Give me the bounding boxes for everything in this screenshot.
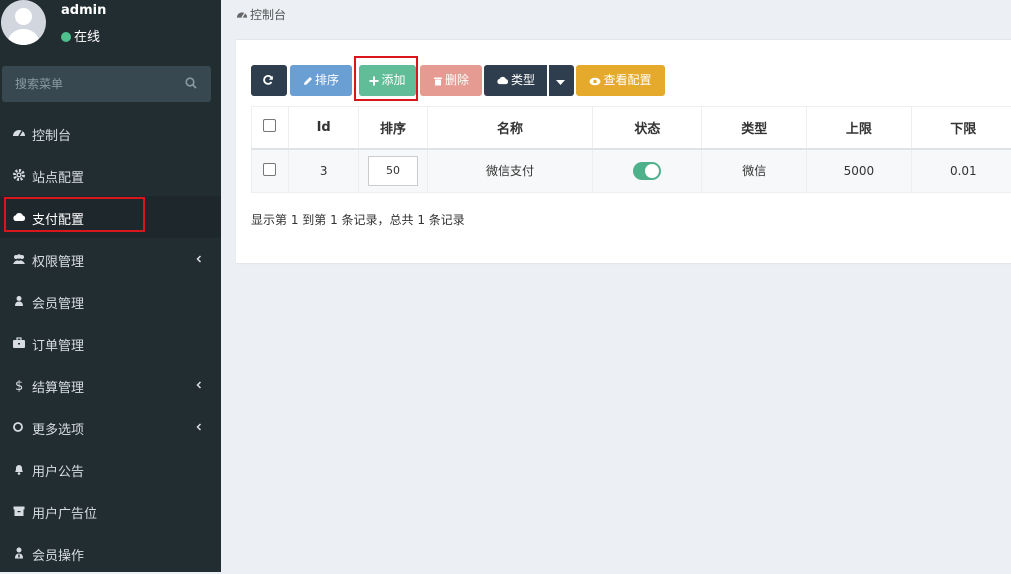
- sidebar-item-site-config[interactable]: 站点配置: [0, 154, 221, 196]
- refresh-button[interactable]: [251, 65, 287, 96]
- sidebar-item-label: 控制台: [32, 125, 71, 144]
- view-config-button[interactable]: 查看配置: [576, 65, 665, 96]
- pencil-icon: [303, 76, 313, 86]
- sidebar: admin 在线 控制台 站点配置 支付配置 权限管理 会员管理: [0, 0, 221, 572]
- row-checkbox[interactable]: [263, 163, 276, 176]
- user-panel: admin 在线: [0, 0, 221, 52]
- col-header-sort[interactable]: 排序: [359, 107, 427, 149]
- view-config-button-label: 查看配置: [603, 73, 651, 87]
- delete-button-label: 删除: [445, 73, 469, 87]
- highlight-box: [354, 56, 418, 101]
- sort-button-label: 排序: [315, 73, 339, 87]
- col-header-max[interactable]: 上限: [807, 107, 912, 149]
- sidebar-item-label: 订单管理: [32, 335, 84, 354]
- sidebar-item-label: 用户广告位: [32, 503, 97, 522]
- row-select-cell: [252, 149, 289, 193]
- col-header-type[interactable]: 类型: [702, 107, 807, 149]
- avatar: [1, 0, 46, 45]
- eye-icon: [589, 77, 601, 86]
- sidebar-item-label: 支付配置: [32, 209, 84, 228]
- sort-button[interactable]: 排序: [290, 65, 352, 96]
- sidebar-item-ad-slots[interactable]: 用户广告位: [0, 490, 221, 532]
- sidebar-item-label: 用户公告: [32, 461, 84, 480]
- sidebar-item-member-ops[interactable]: 会员操作: [0, 532, 221, 574]
- sidebar-item-permissions[interactable]: 权限管理: [0, 238, 221, 280]
- sidebar-item-settlement[interactable]: $ 结算管理: [0, 364, 221, 406]
- caret-down-icon: [556, 80, 565, 86]
- cloud-icon: [496, 75, 509, 86]
- trash-icon: [433, 76, 443, 86]
- col-header-name[interactable]: 名称: [427, 107, 593, 149]
- dashboard-icon: [12, 126, 26, 140]
- sidebar-item-members[interactable]: 会员管理: [0, 280, 221, 322]
- sidebar-item-more-options[interactable]: 更多选项: [0, 406, 221, 448]
- dashboard-icon: [236, 9, 248, 21]
- select-all-checkbox[interactable]: [263, 119, 276, 132]
- sidebar-item-orders[interactable]: 订单管理: [0, 322, 221, 364]
- user-name: admin: [61, 3, 106, 18]
- menu-search-input[interactable]: [2, 66, 185, 102]
- archive-icon: [12, 504, 26, 518]
- circle-icon: [12, 420, 26, 434]
- sort-value-input[interactable]: 50: [368, 156, 418, 186]
- table-row: 3 50 微信支付 微信 5000 0.01: [252, 149, 1011, 193]
- bell-icon: [12, 462, 26, 476]
- cell-status: [593, 149, 702, 193]
- sidebar-item-label: 结算管理: [32, 377, 84, 396]
- menu-search: [2, 66, 211, 102]
- breadcrumb[interactable]: 控制台: [236, 6, 286, 23]
- chevron-left-icon: [193, 421, 205, 433]
- cell-sort: 50: [359, 149, 427, 193]
- cell-max: 5000: [807, 149, 912, 193]
- status-toggle[interactable]: [633, 162, 661, 180]
- cloud-icon: [12, 210, 26, 224]
- user-status-label: 在线: [74, 30, 100, 45]
- refresh-icon: [262, 74, 274, 86]
- sidebar-item-dashboard[interactable]: 控制台: [0, 112, 221, 154]
- sidebar-item-label: 权限管理: [32, 251, 84, 270]
- sidebar-item-label: 站点配置: [32, 167, 84, 186]
- users-icon: [12, 252, 26, 266]
- type-button[interactable]: 类型: [484, 65, 547, 96]
- table-header-row: Id 排序 名称 状态 类型 上限 下限: [252, 107, 1011, 149]
- col-header-min[interactable]: 下限: [911, 107, 1011, 149]
- sidebar-item-label: 会员操作: [32, 545, 84, 564]
- cell-id: 3: [288, 149, 358, 193]
- breadcrumb-label: 控制台: [250, 8, 286, 22]
- search-icon[interactable]: [185, 77, 197, 89]
- user-status: 在线: [61, 26, 100, 45]
- online-dot-icon: [61, 32, 71, 42]
- cell-min: 0.01: [911, 149, 1011, 193]
- sidebar-item-label: 更多选项: [32, 419, 84, 438]
- col-select-all: [252, 107, 289, 149]
- dollar-icon: $: [12, 378, 26, 392]
- sidebar-item-announcements[interactable]: 用户公告: [0, 448, 221, 490]
- chevron-left-icon: [193, 253, 205, 265]
- payment-table: Id 排序 名称 状态 类型 上限 下限 3 50 微信支付 微信 5000 0…: [251, 106, 1011, 193]
- sidebar-item-payment-config[interactable]: 支付配置: [0, 196, 221, 238]
- pagination-info: 显示第 1 到第 1 条记录，总共 1 条记录: [251, 211, 465, 228]
- content-panel: 排序 添加 删除 类型 查看配置 Id 排序 名称 状态 类型 上限 下限: [236, 39, 1011, 263]
- delete-button[interactable]: 删除: [420, 65, 482, 96]
- cell-type: 微信: [702, 149, 807, 193]
- chevron-left-icon: [193, 379, 205, 391]
- type-dropdown-toggle[interactable]: [549, 65, 574, 96]
- sidebar-menu: 控制台 站点配置 支付配置 权限管理 会员管理 订单管理 $ 结算管理: [0, 112, 221, 574]
- user-icon: [12, 294, 26, 308]
- type-button-label: 类型: [511, 73, 535, 87]
- svg-text:$: $: [15, 379, 23, 392]
- sidebar-item-label: 会员管理: [32, 293, 84, 312]
- briefcase-icon: [12, 336, 26, 350]
- gear-icon: [12, 168, 26, 182]
- col-header-id[interactable]: Id: [288, 107, 358, 149]
- user-tie-icon: [12, 546, 26, 560]
- cell-name: 微信支付: [427, 149, 593, 193]
- col-header-status[interactable]: 状态: [593, 107, 702, 149]
